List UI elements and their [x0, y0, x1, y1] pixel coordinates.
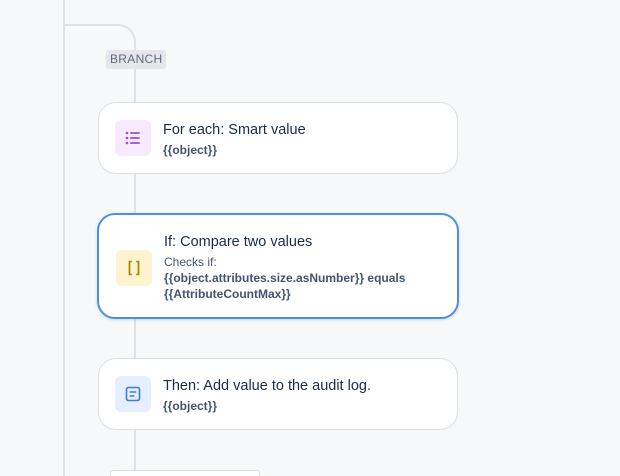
audit-log-icon: [115, 376, 151, 412]
condition-step-card[interactable]: If: Compare two values Checks if: {{obje…: [97, 213, 459, 319]
step-smart-value: {{object}}: [163, 143, 218, 157]
step-title: If: Compare two values: [164, 234, 313, 250]
next-step-placeholder[interactable]: [110, 470, 260, 476]
list-icon: [115, 120, 151, 156]
step-smart-value: {{object}}: [163, 399, 218, 413]
condition-expression-line-2: {{AttributeCountMax}}: [164, 287, 291, 301]
for-each-step-card[interactable]: For each: Smart value {{object}}: [98, 102, 458, 174]
condition-expression-line-1: {{object.attributes.size.asNumber}} equa…: [164, 271, 406, 285]
branch-label: BRANCH: [106, 50, 167, 69]
outer-connector-line: [63, 0, 65, 476]
step-title: For each: Smart value: [163, 122, 306, 138]
audit-log-action-step-card[interactable]: Then: Add value to the audit log. {{obje…: [98, 358, 458, 430]
condition-meta-label: Checks if:: [164, 255, 217, 269]
curly-braces-icon: [116, 250, 152, 286]
rule-canvas: BRANCH For each: Smart value {{object}} …: [0, 0, 620, 476]
step-title: Then: Add value to the audit log.: [163, 378, 371, 394]
